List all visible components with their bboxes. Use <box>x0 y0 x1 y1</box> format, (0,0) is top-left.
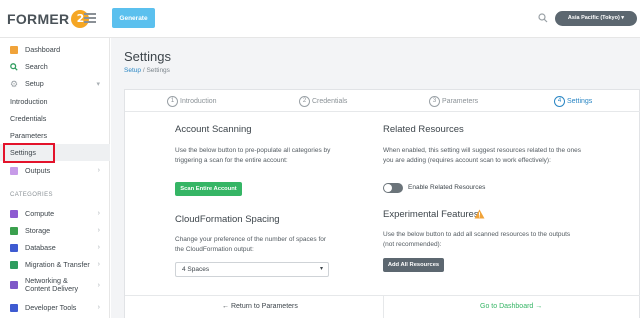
account-scanning-heading: Account Scanning <box>175 124 252 135</box>
experimental-features-heading: Experimental Features <box>383 209 479 220</box>
cfn-spacing-text: Change your preference of the number of … <box>175 236 327 253</box>
breadcrumb: Setup / Settings <box>124 67 170 74</box>
sidebar-item-label: Setup <box>25 79 44 88</box>
networking-icon <box>10 281 18 289</box>
step-credentials[interactable]: 2 Credentials <box>299 95 347 107</box>
gear-icon: ⚙ <box>10 78 19 89</box>
sidebar-subitem-credentials[interactable]: Credentials <box>0 110 110 127</box>
warning-icon <box>474 209 485 219</box>
hamburger-menu-icon[interactable] <box>84 13 96 23</box>
step-parameters[interactable]: 3 Parameters <box>429 95 478 107</box>
sidebar-category-migration[interactable]: Migration & Transfer › <box>0 256 110 273</box>
related-resources-toggle[interactable] <box>383 183 403 193</box>
chevron-right-icon: › <box>97 244 100 251</box>
sidebar-category-database[interactable]: Database › <box>0 239 110 256</box>
breadcrumb-separator: / <box>142 67 145 74</box>
categories-heading: CATEGORIES <box>10 192 53 198</box>
sidebar-category-compute[interactable]: Compute › <box>0 205 110 222</box>
chevron-right-icon: › <box>97 304 100 311</box>
sidebar-item-label-line2: Content Delivery <box>25 284 79 293</box>
developer-tools-icon <box>10 303 18 312</box>
chevron-right-icon: › <box>97 210 100 217</box>
sidebar-item-label: Outputs <box>25 166 51 175</box>
settings-card: 1 Introduction 2 Credentials 3 Parameter… <box>124 89 640 318</box>
step-number: 2 <box>299 95 310 107</box>
step-label: Introduction <box>180 97 217 105</box>
breadcrumb-setup-link[interactable]: Setup <box>124 67 141 74</box>
logo-text: FORMER <box>7 11 70 27</box>
breadcrumb-current: Settings <box>146 67 170 74</box>
search-icon[interactable] <box>538 13 548 23</box>
sidebar-item-label: Dashboard <box>25 45 61 54</box>
chevron-right-icon: › <box>97 261 100 268</box>
spacing-select-value: 4 Spaces <box>182 266 210 273</box>
sidebar-item-label: Developer Tools <box>25 303 77 312</box>
sidebar-item-label: Compute <box>25 209 55 218</box>
top-bar: FORMER 2 Generate Asia Pacific (Tokyo) ▾ <box>0 0 640 38</box>
chevron-right-icon: › <box>97 281 100 289</box>
related-resources-text: When enabled, this setting will suggest … <box>383 147 582 164</box>
dashboard-icon <box>10 45 18 54</box>
storage-icon <box>10 226 18 235</box>
sidebar-category-networking[interactable]: Networking & Content Delivery › <box>0 274 110 296</box>
search-icon <box>10 62 18 71</box>
sidebar-item-setup[interactable]: ⚙ Setup ▾ <box>0 75 110 92</box>
related-resources-toggle-label: Enable Related Resources <box>408 184 486 191</box>
add-all-resources-button[interactable]: Add All Resources <box>383 258 444 272</box>
step-introduction[interactable]: 1 Introduction <box>167 95 217 107</box>
step-label: Settings <box>567 97 593 105</box>
card-footer: ← Return to Parameters Go to Dashboard → <box>125 295 640 318</box>
account-scanning-text: Use the below button to pre-populate all… <box>175 147 331 164</box>
cfn-spacing-heading: CloudFormation Spacing <box>175 214 280 225</box>
step-label: Credentials <box>312 97 348 105</box>
sidebar-item-label: Storage <box>25 226 51 235</box>
sidebar-item-search[interactable]: Search <box>0 58 110 75</box>
scan-entire-account-button[interactable]: Scan Entire Account <box>175 182 242 196</box>
experimental-features-text: Use the below button to add all scanned … <box>383 231 571 248</box>
spacing-select[interactable]: 4 Spaces ▾ <box>175 262 329 277</box>
chevron-down-icon: ▾ <box>319 266 323 272</box>
step-number: 4 <box>554 95 565 107</box>
chevron-right-icon: › <box>97 167 100 174</box>
app-logo[interactable]: FORMER 2 <box>7 10 90 28</box>
sidebar-category-developer-tools[interactable]: Developer Tools › <box>0 299 110 316</box>
region-selector[interactable]: Asia Pacific (Tokyo) ▾ <box>555 11 637 26</box>
step-settings[interactable]: 4 Settings <box>554 95 592 107</box>
step-number: 3 <box>429 95 440 107</box>
sidebar: Dashboard Search ⚙ Setup ▾ Introduction … <box>0 38 110 318</box>
return-to-parameters-link[interactable]: ← Return to Parameters <box>222 303 298 310</box>
sidebar-subitem-introduction[interactable]: Introduction <box>0 93 110 110</box>
sidebar-item-dashboard[interactable]: Dashboard <box>0 41 110 58</box>
chevron-right-icon: › <box>97 227 100 234</box>
database-icon <box>10 243 18 252</box>
sidebar-item-label: Search <box>25 62 48 71</box>
outputs-icon <box>10 166 18 175</box>
sidebar-subitem-parameters[interactable]: Parameters <box>0 127 110 144</box>
sidebar-item-label: Migration & Transfer <box>25 260 90 269</box>
chevron-down-icon: ▾ <box>96 80 100 88</box>
main-content: Settings Setup / Settings 1 Introduction… <box>111 38 640 318</box>
related-resources-heading: Related Resources <box>383 124 464 135</box>
go-to-dashboard-link[interactable]: Go to Dashboard → <box>480 303 542 310</box>
sidebar-item-outputs[interactable]: Outputs › <box>0 162 110 179</box>
migration-icon <box>10 260 18 269</box>
sidebar-category-storage[interactable]: Storage › <box>0 222 110 239</box>
wizard-steps: 1 Introduction 2 Credentials 3 Parameter… <box>125 90 640 112</box>
footer-divider <box>383 296 384 318</box>
sidebar-item-label: Database <box>25 243 56 252</box>
step-label: Parameters <box>442 97 479 105</box>
settings-highlight-box <box>3 143 55 163</box>
step-number: 1 <box>167 95 178 107</box>
compute-icon <box>10 209 18 218</box>
generate-button[interactable]: Generate <box>112 8 155 28</box>
page-title: Settings <box>124 49 171 64</box>
toggle-knob <box>384 184 392 192</box>
